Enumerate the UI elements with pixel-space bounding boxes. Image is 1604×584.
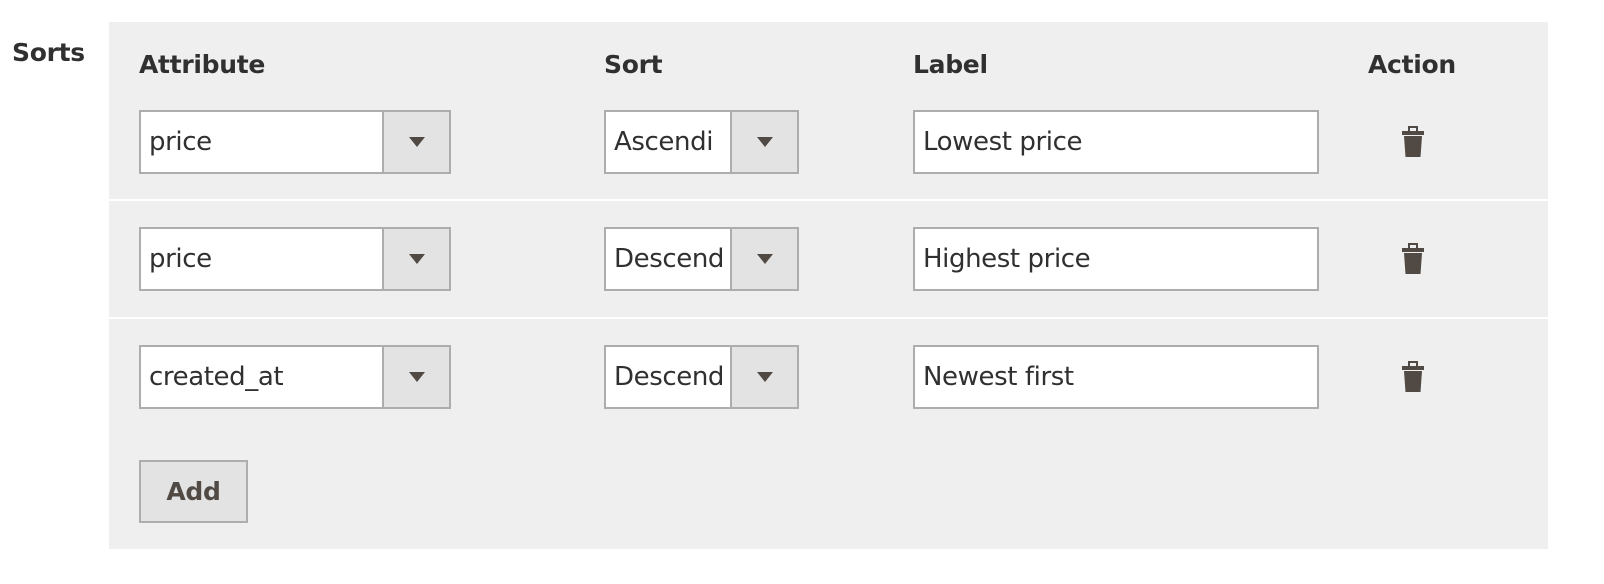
- sort-direction-toggle[interactable]: [730, 112, 797, 172]
- sorts-panel: Attribute Sort Label Action price Ascend…: [109, 22, 1548, 549]
- column-header-sort: Sort: [604, 50, 663, 79]
- sort-row: created_at Descend: [109, 345, 1548, 462]
- row-divider: [109, 199, 1548, 201]
- add-sort-button[interactable]: Add: [139, 460, 248, 523]
- attribute-select-value: price: [149, 127, 212, 157]
- attribute-select-value: price: [149, 244, 212, 274]
- attribute-select-toggle[interactable]: [382, 112, 449, 172]
- column-header-label: Label: [913, 50, 988, 79]
- label-input[interactable]: [913, 110, 1319, 174]
- sort-direction-select[interactable]: Ascendi: [604, 110, 799, 174]
- caret-down-icon: [408, 254, 425, 264]
- sort-row: price Ascendi: [109, 110, 1548, 227]
- sort-direction-value: Ascendi: [614, 127, 714, 157]
- sort-direction-value: Descend: [614, 244, 725, 274]
- sort-direction-select[interactable]: Descend: [604, 227, 799, 291]
- caret-down-icon: [408, 372, 425, 382]
- attribute-select-toggle[interactable]: [382, 229, 449, 289]
- caret-down-icon: [756, 372, 773, 382]
- label-input[interactable]: [913, 227, 1319, 291]
- attribute-select-value: created_at: [149, 362, 284, 392]
- sorts-label: Sorts: [12, 38, 85, 67]
- column-header-action: Action: [1368, 50, 1456, 79]
- caret-down-icon: [408, 137, 425, 147]
- attribute-select[interactable]: price: [139, 110, 451, 174]
- trash-icon[interactable]: [1402, 243, 1424, 275]
- row-divider: [109, 317, 1548, 319]
- caret-down-icon: [756, 254, 773, 264]
- label-input[interactable]: [913, 345, 1319, 409]
- attribute-select[interactable]: price: [139, 227, 451, 291]
- sort-direction-toggle[interactable]: [730, 229, 797, 289]
- sort-direction-toggle[interactable]: [730, 347, 797, 407]
- sort-direction-select[interactable]: Descend: [604, 345, 799, 409]
- attribute-select[interactable]: created_at: [139, 345, 451, 409]
- column-header-attribute: Attribute: [139, 50, 266, 79]
- trash-icon[interactable]: [1402, 126, 1424, 158]
- sort-row: price Descend: [109, 227, 1548, 344]
- sort-direction-value: Descend: [614, 362, 725, 392]
- attribute-select-toggle[interactable]: [382, 347, 449, 407]
- trash-icon[interactable]: [1402, 361, 1424, 393]
- caret-down-icon: [756, 137, 773, 147]
